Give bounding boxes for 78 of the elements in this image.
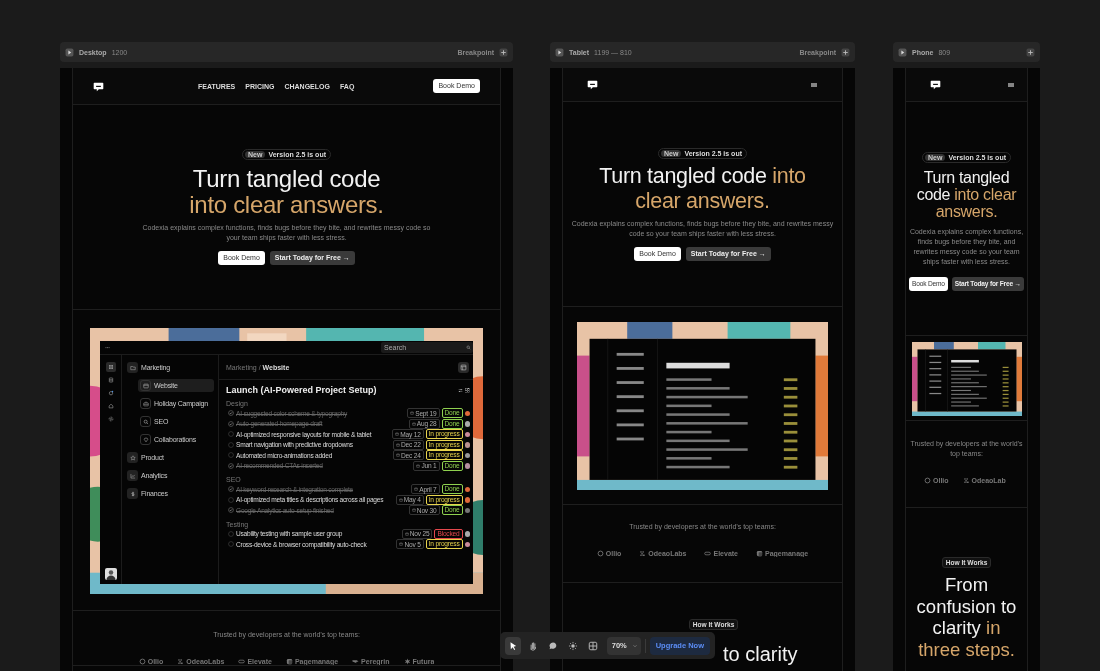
calendar-icon [411,421,416,426]
folder-icon [129,364,136,371]
settings-icon [107,416,114,422]
select-tool[interactable] [505,636,521,655]
star-icon [129,454,136,461]
checkbox[interactable] [228,486,234,493]
rail-button[interactable] [105,362,116,372]
checkbox[interactable] [228,541,234,548]
project-title: Launch (AI-Powered Project Setup) [226,385,377,395]
dashboard-icon [107,364,114,370]
dollar-icon [129,490,136,497]
sidebar-panel-icon [460,363,467,371]
calendar-icon [404,531,409,536]
checkbox[interactable] [228,431,234,438]
hero-headline: Turn tangled code into clear answers. [915,169,1018,221]
ring-logo-icon [138,658,146,665]
pixel-logo-icon [177,658,185,665]
square-logo-icon [756,550,763,557]
ring-logo-icon [924,477,931,484]
star-logo-icon [403,658,411,665]
square-logo-icon [285,658,293,665]
add-icon[interactable] [1026,47,1035,57]
search-icon [142,418,149,425]
logo-icon[interactable] [930,79,941,90]
sun-icon [567,640,578,651]
section-headline: From confusion to clarity in three steps. [915,574,1018,660]
checkbox[interactable] [228,420,234,427]
calendar-icon [410,411,415,416]
menu-icon[interactable] [1007,80,1015,89]
pill-logo-icon [238,658,246,665]
hand-icon [527,640,538,651]
chevron-icon [631,642,638,649]
preview-icon[interactable] [65,47,74,57]
search-icon [466,345,471,350]
section-headline: to clarity [723,643,798,665]
home-icon [107,403,114,409]
wing-logo-icon [352,658,360,665]
browser-icon [142,382,149,389]
bell-icon [107,390,114,396]
pill-logo-icon [704,550,712,557]
preview-icon[interactable] [898,47,907,57]
add-icon[interactable] [841,47,850,57]
database-icon [107,377,114,383]
panel-toggle-button[interactable] [458,361,469,373]
diamond-icon [142,436,149,443]
calendar-icon [396,453,400,458]
briefcase-icon [142,400,149,407]
filter-icon[interactable] [458,387,463,393]
rail-button[interactable] [105,401,116,411]
calendar-icon [416,463,421,468]
logo-icon[interactable] [93,80,104,92]
comment-icon [547,640,558,651]
grid-view-icon[interactable] [465,387,470,393]
hero-headline: Turn tangled code into clear answers. [189,166,384,218]
logo-icon[interactable] [587,79,598,90]
calendar-icon [395,432,400,437]
pixel-logo-icon [962,477,970,484]
chart-icon [129,472,136,479]
checkbox[interactable] [228,462,234,469]
menu-icon[interactable] [810,80,818,89]
checkbox[interactable] [228,507,234,514]
checkbox[interactable] [228,441,234,448]
calendar-icon [414,487,419,492]
hero-headline: Turn tangled code into clear answers. [598,163,807,214]
checkbox[interactable] [228,410,234,417]
checkbox[interactable] [228,452,234,459]
checkbox[interactable] [228,530,234,537]
calendar-icon [398,497,403,502]
calendar-icon [411,508,416,513]
checkbox[interactable] [228,496,234,503]
grid-icon [587,640,598,651]
pixel-logo-icon [639,550,647,557]
add-icon[interactable] [499,47,508,57]
preview-icon[interactable] [555,47,564,57]
user-avatar[interactable] [104,568,117,580]
ring-logo-icon [596,550,604,557]
calendar-icon [396,442,400,447]
calendar-icon [399,542,404,547]
